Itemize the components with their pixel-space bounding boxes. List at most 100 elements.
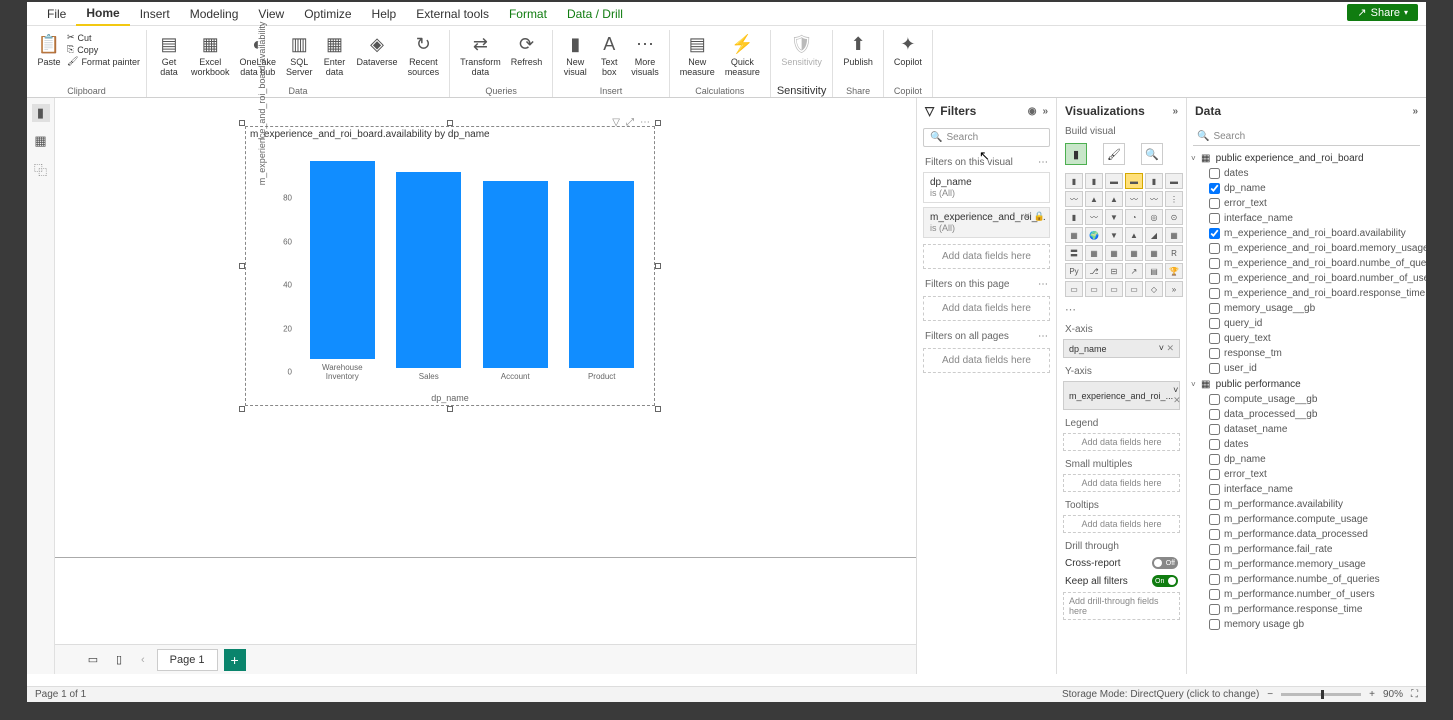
canvas[interactable]: ▽ ⤢ ⋯ m_experience_and_roi_board.availab… bbox=[55, 98, 916, 674]
field-checkbox[interactable] bbox=[1209, 183, 1220, 194]
field-checkbox[interactable] bbox=[1209, 454, 1220, 465]
tooltips-well[interactable]: Add data fields here bbox=[1063, 515, 1180, 533]
collapse-viz-icon[interactable]: » bbox=[1172, 106, 1178, 117]
field-checkbox[interactable] bbox=[1209, 394, 1220, 405]
collapse-icon[interactable]: » bbox=[1042, 106, 1048, 117]
analytics-mode-icon[interactable]: 🔍 bbox=[1141, 143, 1163, 165]
menu-optimize[interactable]: Optimize bbox=[294, 3, 361, 25]
sql-button[interactable]: ▥SQL Server bbox=[282, 30, 317, 80]
bar-0[interactable]: Warehouse Inventory bbox=[306, 161, 379, 381]
mobile-layout-icon[interactable]: ▯ bbox=[109, 651, 129, 669]
menu-home[interactable]: Home bbox=[76, 2, 129, 26]
menu-insert[interactable]: Insert bbox=[130, 3, 180, 25]
remove-x-icon[interactable]: ✕ bbox=[1166, 343, 1174, 353]
field-checkbox[interactable] bbox=[1209, 529, 1220, 540]
add-all-filter[interactable]: Add data fields here bbox=[923, 348, 1050, 373]
field-node[interactable]: interface_name bbox=[1187, 211, 1426, 226]
field-checkbox[interactable] bbox=[1209, 228, 1220, 239]
eye-icon[interactable]: ◉ bbox=[1028, 106, 1037, 117]
xaxis-field[interactable]: dp_name˅ ✕ bbox=[1063, 339, 1180, 358]
viz-type-15[interactable]: ◔ bbox=[1125, 209, 1143, 225]
viz-type-4[interactable]: ▮ bbox=[1145, 173, 1163, 189]
field-node[interactable]: error_text bbox=[1187, 196, 1426, 211]
field-node[interactable]: m_experience_and_roi_board.numbe_of_quer… bbox=[1187, 256, 1426, 271]
viz-type-20[interactable]: ▼ bbox=[1105, 227, 1123, 243]
field-checkbox[interactable] bbox=[1209, 273, 1220, 284]
viz-type-32[interactable]: ⊟ bbox=[1105, 263, 1123, 279]
textbox-button[interactable]: AText box bbox=[593, 30, 625, 80]
field-checkbox[interactable] bbox=[1209, 288, 1220, 299]
menu-external[interactable]: External tools bbox=[406, 3, 499, 25]
share-button[interactable]: Share bbox=[1347, 4, 1418, 21]
add-visual-filter[interactable]: Add data fields here bbox=[923, 244, 1050, 269]
field-checkbox[interactable] bbox=[1209, 484, 1220, 495]
field-node[interactable]: m_experience_and_roi_board.number_of_use… bbox=[1187, 271, 1426, 286]
field-checkbox[interactable] bbox=[1209, 604, 1220, 615]
field-node[interactable]: m_performance.numbe_of_queries bbox=[1187, 572, 1426, 587]
field-node[interactable]: m_experience_and_roi_board.availability bbox=[1187, 226, 1426, 241]
viz-type-39[interactable]: ▭ bbox=[1125, 281, 1143, 297]
field-checkbox[interactable] bbox=[1209, 168, 1220, 179]
field-checkbox[interactable] bbox=[1209, 514, 1220, 525]
field-node[interactable]: memory_usage__gb bbox=[1187, 301, 1426, 316]
field-checkbox[interactable] bbox=[1209, 409, 1220, 420]
excel-button[interactable]: ▦Excel workbook bbox=[187, 30, 234, 80]
viz-type-17[interactable]: ⊙ bbox=[1165, 209, 1183, 225]
viz-type-23[interactable]: ▦ bbox=[1165, 227, 1183, 243]
field-checkbox[interactable] bbox=[1209, 363, 1220, 374]
desktop-layout-icon[interactable]: ▭ bbox=[83, 651, 103, 669]
viz-type-34[interactable]: ▤ bbox=[1145, 263, 1163, 279]
viz-type-12[interactable]: ▮ bbox=[1065, 209, 1083, 225]
more-visuals-button[interactable]: ⋯More visuals bbox=[627, 30, 663, 80]
field-node[interactable]: m_performance.availability bbox=[1187, 497, 1426, 512]
filters-search[interactable]: 🔍Search bbox=[923, 128, 1050, 147]
paste-button[interactable]: 📋Paste bbox=[33, 30, 65, 70]
field-checkbox[interactable] bbox=[1209, 559, 1220, 570]
field-node[interactable]: user_id bbox=[1187, 361, 1426, 376]
lock-icon[interactable]: 🔒 bbox=[1034, 211, 1045, 222]
field-node[interactable]: response_tm bbox=[1187, 346, 1426, 361]
add-page-filter[interactable]: Add data fields here bbox=[923, 296, 1050, 321]
field-checkbox[interactable] bbox=[1209, 348, 1220, 359]
field-checkbox[interactable] bbox=[1209, 499, 1220, 510]
viz-type-30[interactable]: Py bbox=[1065, 263, 1083, 279]
field-checkbox[interactable] bbox=[1209, 303, 1220, 314]
field-node[interactable]: data_processed__gb bbox=[1187, 407, 1426, 422]
filter-availability[interactable]: m_experience_and_roi_...is (All)˅🔒 bbox=[923, 207, 1050, 238]
viz-type-0[interactable]: ▮ bbox=[1065, 173, 1083, 189]
report-view-icon[interactable]: ▮ bbox=[32, 104, 50, 122]
add-page-button[interactable]: + bbox=[224, 649, 246, 671]
viz-type-40[interactable]: ◇ bbox=[1145, 281, 1163, 297]
field-node[interactable]: m_experience_and_roi_board.memory_usage bbox=[1187, 241, 1426, 256]
viz-type-35[interactable]: 🏆 bbox=[1165, 263, 1183, 279]
viz-type-3[interactable]: ▬ bbox=[1125, 173, 1143, 189]
viz-type-13[interactable]: 〰 bbox=[1085, 209, 1103, 225]
field-node[interactable]: dates bbox=[1187, 166, 1426, 181]
viz-type-8[interactable]: ▲ bbox=[1105, 191, 1123, 207]
menu-help[interactable]: Help bbox=[362, 3, 407, 25]
new-visual-button[interactable]: ▮New visual bbox=[559, 30, 591, 80]
field-node[interactable]: m_experience_and_roi_board.response_time bbox=[1187, 286, 1426, 301]
small-multiples-well[interactable]: Add data fields here bbox=[1063, 474, 1180, 492]
menu-view[interactable]: View bbox=[248, 3, 294, 25]
field-checkbox[interactable] bbox=[1209, 258, 1220, 269]
field-checkbox[interactable] bbox=[1209, 424, 1220, 435]
viz-type-11[interactable]: ⋮ bbox=[1165, 191, 1183, 207]
field-checkbox[interactable] bbox=[1209, 574, 1220, 585]
field-node[interactable]: compute_usage__gb bbox=[1187, 392, 1426, 407]
viz-type-27[interactable]: ▦ bbox=[1125, 245, 1143, 261]
viz-type-10[interactable]: 〰 bbox=[1145, 191, 1163, 207]
more-options-icon[interactable]: ⋯ bbox=[640, 117, 650, 128]
dataverse-button[interactable]: ◈Dataverse bbox=[353, 30, 402, 70]
format-mode-icon[interactable]: 🖌 bbox=[1103, 143, 1125, 165]
field-checkbox[interactable] bbox=[1209, 198, 1220, 209]
field-checkbox[interactable] bbox=[1209, 619, 1220, 630]
viz-type-21[interactable]: ▲ bbox=[1125, 227, 1143, 243]
field-node[interactable]: dates bbox=[1187, 437, 1426, 452]
viz-type-38[interactable]: ▭ bbox=[1105, 281, 1123, 297]
field-node[interactable]: m_performance.response_time bbox=[1187, 602, 1426, 617]
filter-dp-name[interactable]: dp_nameis (All) bbox=[923, 172, 1050, 203]
viz-type-18[interactable]: ▦ bbox=[1065, 227, 1083, 243]
field-node[interactable]: m_performance.memory_usage bbox=[1187, 557, 1426, 572]
enter-data-button[interactable]: ▦Enter data bbox=[319, 30, 351, 80]
